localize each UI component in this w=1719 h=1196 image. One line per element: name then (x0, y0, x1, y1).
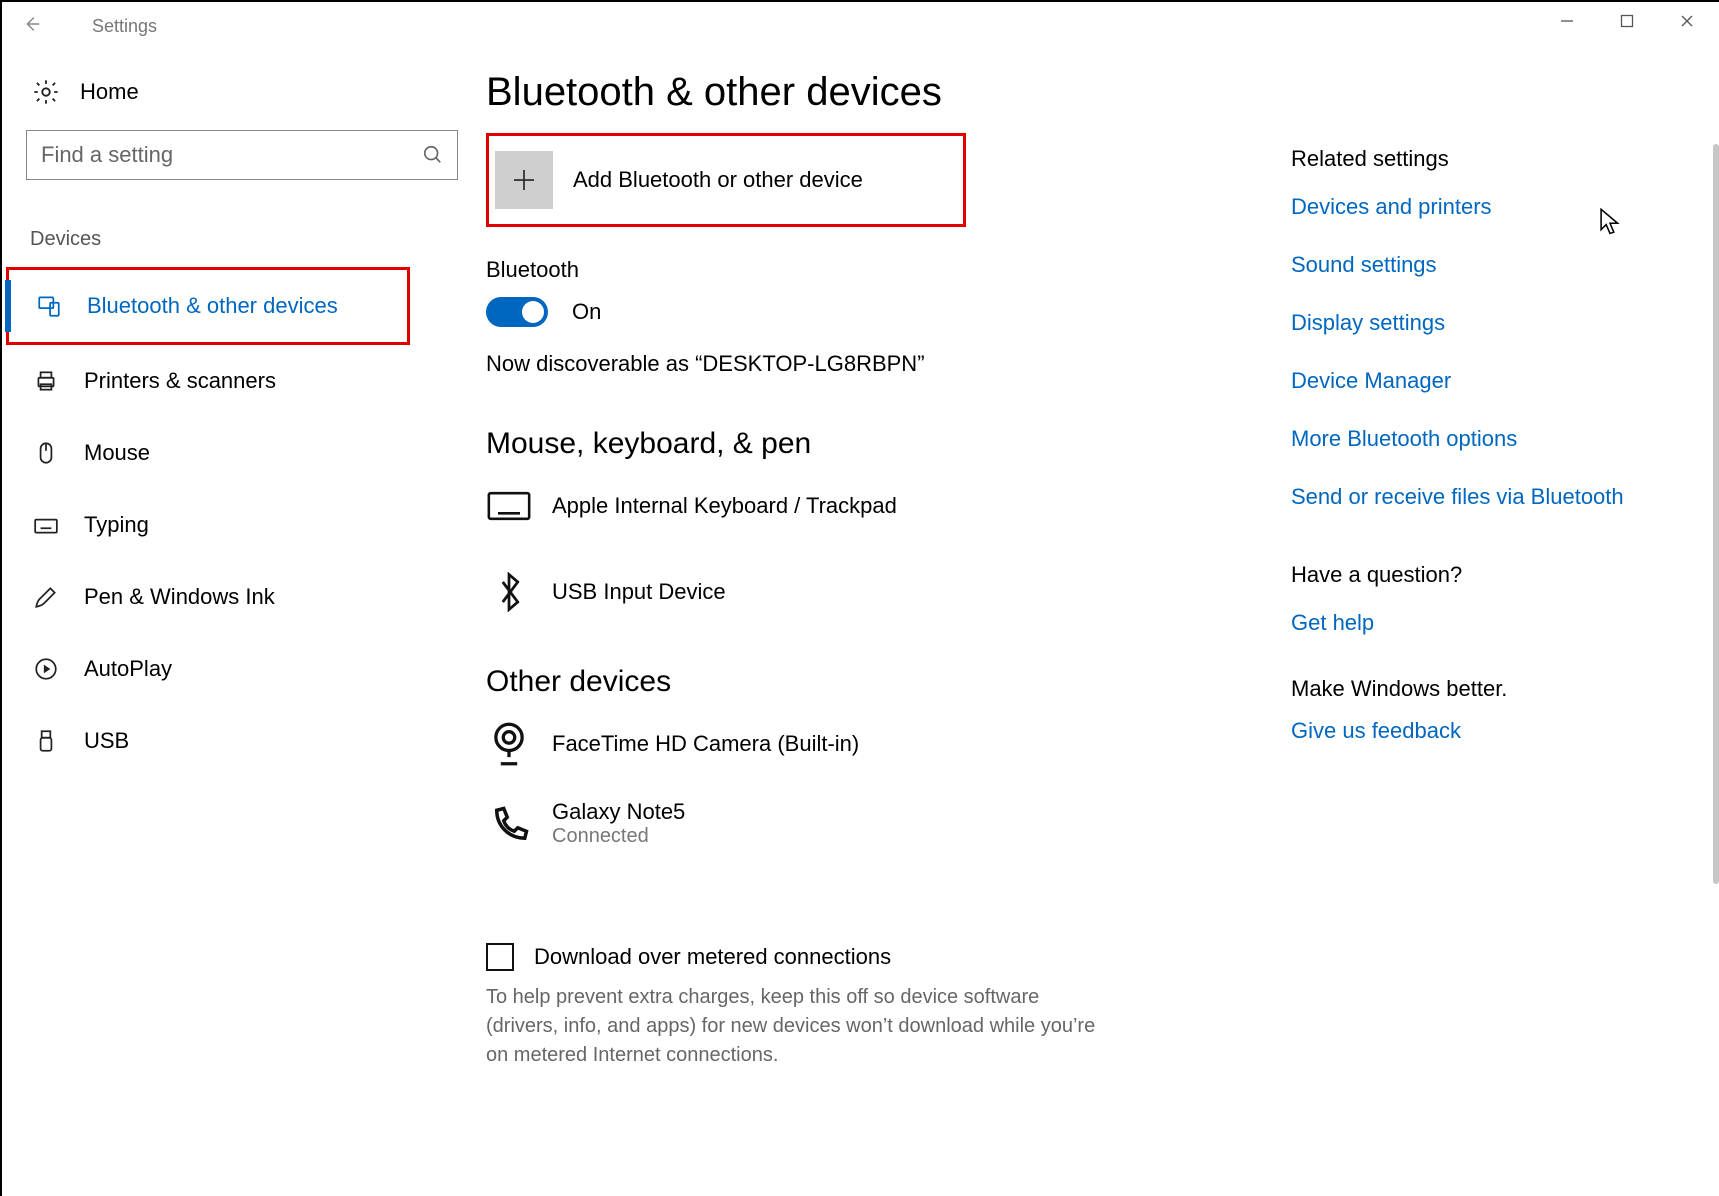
nav-printers[interactable]: Printers & scanners (26, 345, 452, 417)
plus-icon (495, 151, 553, 209)
maximize-icon (1620, 14, 1634, 28)
link-more-bt[interactable]: More Bluetooth options (1291, 426, 1671, 452)
gear-icon (32, 78, 60, 106)
arrow-left-icon (21, 13, 43, 35)
group-other: Other devices (486, 665, 1302, 699)
device-row[interactable]: USB Input Device (486, 569, 1302, 615)
discoverable-text: Now discoverable as “DESKTOP-LG8RBPN” (486, 351, 1302, 377)
search-icon (422, 144, 444, 171)
device-sub: Connected (552, 825, 685, 848)
metered-checkbox[interactable] (486, 943, 514, 971)
printer-icon (32, 368, 60, 394)
nav-pen[interactable]: Pen & Windows Ink (26, 561, 452, 633)
metered-help: To help prevent extra charges, keep this… (486, 983, 1116, 1070)
nav-label: Mouse (84, 440, 150, 466)
nav-autoplay[interactable]: AutoPlay (26, 633, 452, 705)
nav-bluetooth[interactable]: Bluetooth & other devices (29, 270, 407, 342)
question-heading: Have a question? (1291, 562, 1671, 588)
bluetooth-label: Bluetooth (486, 257, 1302, 283)
nav-label: USB (84, 728, 129, 754)
usb-icon (32, 728, 60, 754)
keyboard-icon (486, 483, 532, 529)
page-heading: Bluetooth & other devices (486, 70, 1302, 115)
link-send-files[interactable]: Send or receive files via Bluetooth (1291, 484, 1671, 510)
back-button[interactable] (12, 10, 52, 38)
metered-label: Download over metered connections (534, 944, 891, 970)
close-icon (1680, 14, 1694, 28)
nav-mouse[interactable]: Mouse (26, 417, 452, 489)
minimize-button[interactable] (1537, 2, 1597, 40)
bluetooth-icon (486, 569, 532, 615)
sidebar-section: Devices (26, 228, 452, 251)
nav-label: Printers & scanners (84, 368, 276, 394)
nav-label: Typing (84, 512, 149, 538)
devices-icon (35, 293, 63, 319)
device-label: Galaxy Note5 (552, 799, 685, 825)
keyboard-icon (32, 512, 60, 538)
search-input[interactable] (26, 130, 458, 180)
nav-label: AutoPlay (84, 656, 172, 682)
device-row[interactable]: Apple Internal Keyboard / Trackpad (486, 483, 1302, 529)
bluetooth-state: On (572, 299, 601, 325)
nav-typing[interactable]: Typing (26, 489, 452, 561)
minimize-icon (1560, 14, 1574, 28)
phone-icon (486, 799, 532, 853)
home-label: Home (80, 79, 139, 105)
autoplay-icon (32, 656, 60, 682)
link-display[interactable]: Display settings (1291, 310, 1671, 336)
cursor-icon (1599, 208, 1621, 241)
pen-icon (32, 584, 60, 610)
bluetooth-toggle[interactable] (486, 297, 548, 327)
related-heading: Related settings (1291, 146, 1671, 172)
add-device-label: Add Bluetooth or other device (573, 167, 863, 193)
nav-label: Bluetooth & other devices (87, 293, 338, 319)
home-button[interactable]: Home (26, 58, 452, 130)
group-mkp: Mouse, keyboard, & pen (486, 427, 1302, 461)
device-label: USB Input Device (552, 579, 726, 605)
maximize-button[interactable] (1597, 2, 1657, 40)
add-device-button[interactable]: Add Bluetooth or other device (486, 133, 966, 227)
link-device-manager[interactable]: Device Manager (1291, 368, 1671, 394)
close-button[interactable] (1657, 2, 1717, 40)
nav-usb[interactable]: USB (26, 705, 452, 777)
mouse-icon (32, 440, 60, 466)
nav-label: Pen & Windows Ink (84, 584, 275, 610)
link-feedback[interactable]: Give us feedback (1291, 718, 1671, 744)
feedback-heading: Make Windows better. (1291, 676, 1671, 702)
window-title: Settings (92, 16, 157, 37)
device-label: FaceTime HD Camera (Built-in) (552, 731, 859, 757)
device-label: Apple Internal Keyboard / Trackpad (552, 493, 897, 519)
device-row[interactable]: Galaxy Note5 Connected (486, 799, 1302, 853)
device-row[interactable]: FaceTime HD Camera (Built-in) (486, 721, 1302, 767)
link-sound[interactable]: Sound settings (1291, 252, 1671, 278)
camera-icon (486, 721, 532, 767)
link-get-help[interactable]: Get help (1291, 610, 1671, 636)
